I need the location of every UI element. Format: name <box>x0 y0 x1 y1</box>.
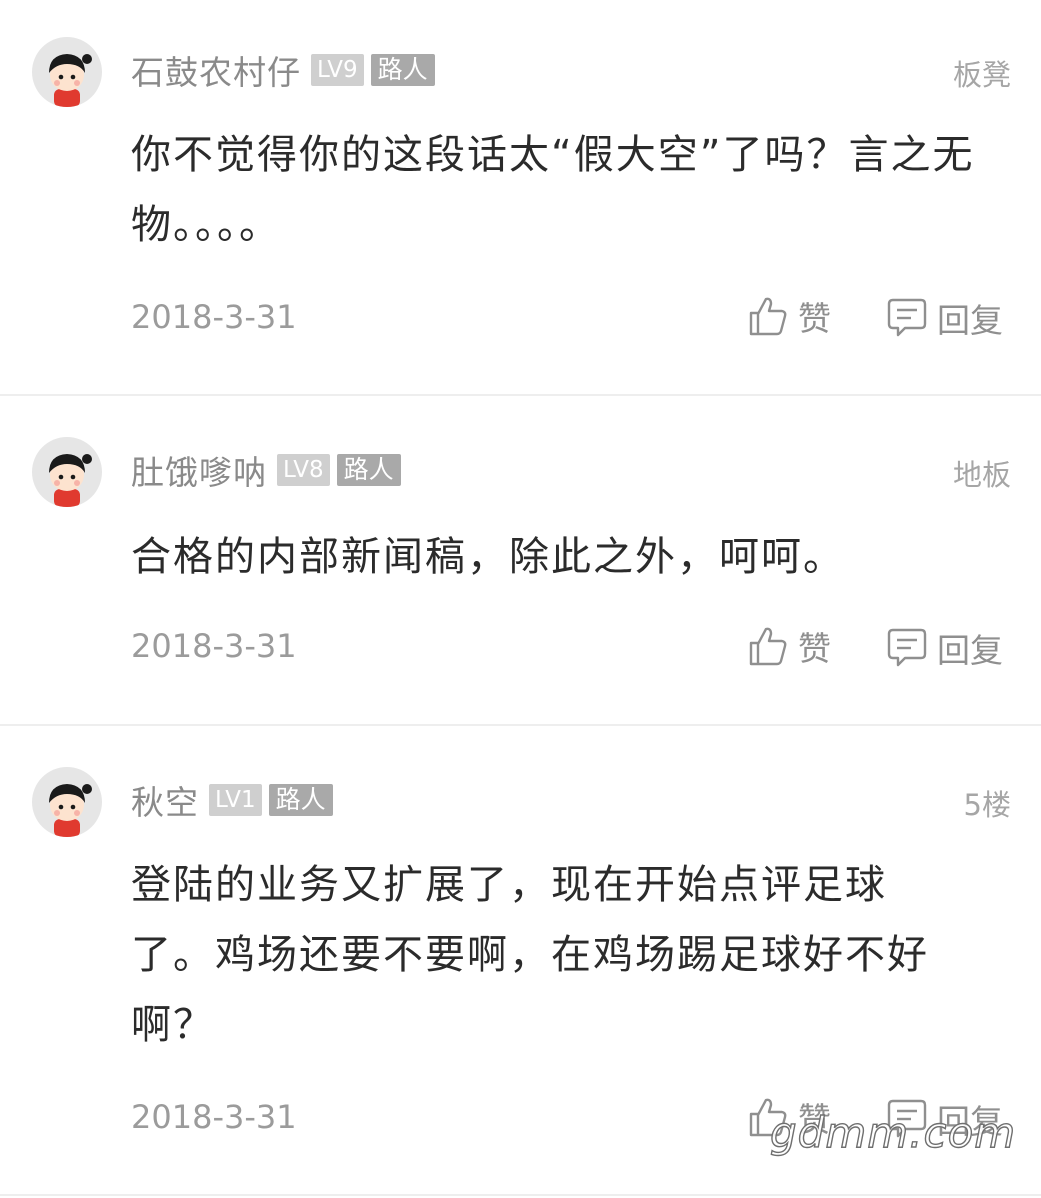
comment-content: 登陆的业务又扩展了，现在开始点评足球了。鸡场还要不要啊，在鸡场踢足球好不好啊？ <box>131 862 929 1048</box>
watermark: gdmm.com <box>769 1107 1017 1157</box>
floor-label: 5楼 <box>963 788 1011 822</box>
comment-item: 秋空 LV1 路人 5楼 登陆的业务又扩展了，现在开始点评足球了。鸡场还要不要啊… <box>0 0 1041 1198</box>
level-badge: LV1 <box>209 784 262 816</box>
user-info-row: 秋空 LV1 路人 <box>131 780 333 822</box>
divider <box>0 1194 1041 1196</box>
comment-date: 2018-3-31 <box>131 1098 297 1136</box>
username[interactable]: 秋空 <box>131 776 199 824</box>
avatar-icon <box>49 784 92 837</box>
avatar[interactable] <box>32 767 102 837</box>
role-badge: 路人 <box>268 784 333 816</box>
